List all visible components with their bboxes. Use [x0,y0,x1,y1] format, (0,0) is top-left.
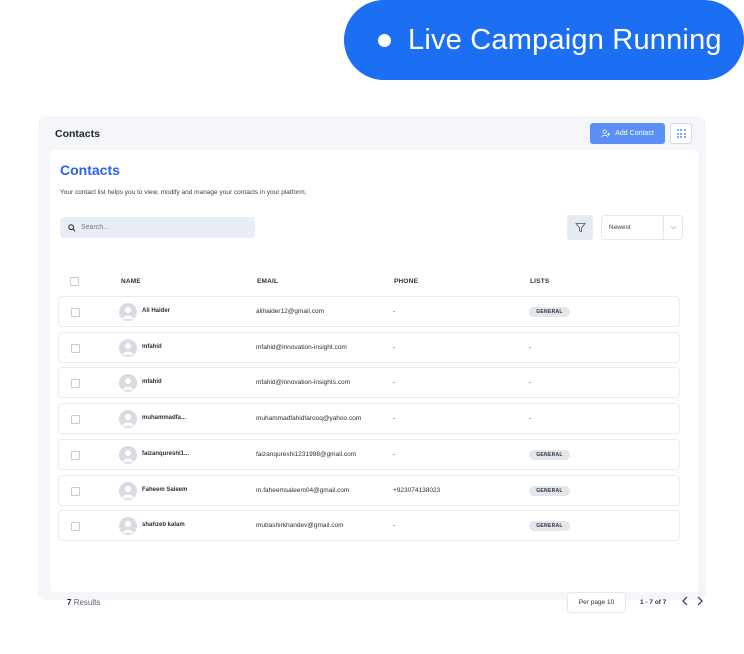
row-checkbox[interactable] [71,379,80,389]
contact-phone: - [393,415,396,423]
per-page-select[interactable]: Per page 10 [567,592,626,613]
avatar [119,338,137,357]
live-campaign-badge: Live Campaign Running [344,0,744,80]
contacts-subtitle: Your contact list helps you to view, mod… [60,189,307,196]
row-checkbox[interactable] [71,308,80,317]
contact-phone: - [393,522,396,530]
results-count: 7 [67,598,72,607]
user-icon [122,449,134,462]
contact-email: mubashirkhandev@gmail.com [256,522,344,530]
contact-phone: - [393,379,396,387]
contact-phone: - [393,450,396,458]
search-icon [68,223,76,232]
table-row[interactable]: faizanqureshi1... faizanqureshi1231998@gm… [58,438,680,470]
user-icon [122,307,134,319]
row-checkbox[interactable] [71,343,80,353]
panel-header: Contacts Add Contact [38,116,706,150]
contact-email: muhammadfahidfarooq@yahoo.com [256,415,362,423]
user-icon [122,378,134,391]
table-row[interactable]: Faheem Saleem m.faheemsaleem04@gmail.com +… [58,474,680,506]
contact-phone: - [393,308,396,315]
avatar [119,445,137,464]
contact-email: mfahid@innovation-insights.com [256,379,351,387]
contact-email: alihaider12@gmail.com [256,308,325,315]
contact-name: mfahid [142,379,162,386]
contact-email: m.faheemsaleem04@gmail.com [256,486,350,494]
table-row[interactable]: shahzeb kalam mubashirkhandev@gmail.com - G… [58,510,680,542]
page-info: 1 - 7 of 7 [640,599,666,606]
avatar [119,410,137,429]
contact-phone: - [393,343,396,351]
select-all-checkbox[interactable] [70,277,79,286]
table-row[interactable]: mfahid mfahid@innovation-insights.com - - [58,367,680,399]
contact-list: - [529,343,532,351]
row-checkbox[interactable] [71,522,80,532]
page-range: 1 - 7 [640,599,654,606]
search-input[interactable] [81,224,241,231]
contacts-panel: Contacts Add Contact Contacts Your conta… [38,116,706,613]
table-row[interactable]: muhammadfa... muhammadfahidfarooq@yahoo.c… [58,403,680,435]
contact-phone: +923074138023 [393,486,441,494]
contacts-card: Contacts Your contact list helps you to … [50,150,703,613]
previous-page-icon[interactable] [681,596,689,606]
chevron-down-icon [670,225,677,230]
list-tag: GENERAL [529,485,570,496]
avatar [119,517,137,536]
sort-divider [663,215,664,240]
filter-icon [575,222,585,233]
list-tag: GENERAL [529,307,570,317]
contact-name: Ali Haider [142,308,171,314]
live-dot-icon [378,33,391,47]
list-tag: GENERAL [529,449,570,460]
add-user-icon [601,129,611,138]
user-icon [122,414,134,427]
user-icon [122,485,134,498]
avatar [119,374,137,393]
sort-select[interactable]: Newest [601,215,683,240]
contact-list: - [529,379,532,387]
add-contact-label: Add Contact [615,130,654,137]
user-icon [122,521,134,534]
column-email: EMAIL [257,278,279,285]
row-checkbox[interactable] [71,415,80,425]
column-lists: LISTS [530,278,550,285]
column-phone: PHONE [394,278,419,285]
column-name: NAME [121,278,141,285]
contact-name: mfahid [142,343,162,350]
avatar [119,481,137,500]
avatar [119,303,137,321]
grid-menu-button[interactable] [670,123,692,144]
table-row[interactable]: Ali Haider alihaider12@gmail.com - GENERAL [58,296,680,327]
results-summary: 7 Results [67,598,100,607]
sort-value: Newest [609,224,631,231]
contact-name: shahzeb kalam [142,522,185,529]
contact-name: muhammadfa... [142,415,187,422]
next-page-icon[interactable] [696,596,704,606]
results-label: Results [73,598,101,607]
table-row[interactable]: mfahid mfahid@innovation-insight.com - - [58,331,680,363]
live-campaign-label: Live Campaign Running [408,23,722,56]
list-tag: GENERAL [529,521,570,532]
page-total: of 7 [654,599,667,606]
search-box[interactable] [60,217,255,238]
contact-email: faizanqureshi1231998@gmail.com [256,450,357,458]
row-checkbox[interactable] [71,450,80,460]
user-icon [122,342,134,355]
table-header: NAME EMAIL PHONE LISTS [50,274,698,290]
add-contact-button[interactable]: Add Contact [590,123,665,144]
contact-name: Faheem Saleem [142,486,188,493]
contacts-heading: Contacts [60,162,120,178]
grid-icon [676,129,686,138]
filter-button[interactable] [567,215,593,240]
contact-list: - [529,415,532,423]
page-title: Contacts [55,128,100,140]
row-checkbox[interactable] [71,486,80,496]
contact-email: mfahid@innovation-insight.com [256,343,347,351]
contact-name: faizanqureshi1... [142,450,190,457]
